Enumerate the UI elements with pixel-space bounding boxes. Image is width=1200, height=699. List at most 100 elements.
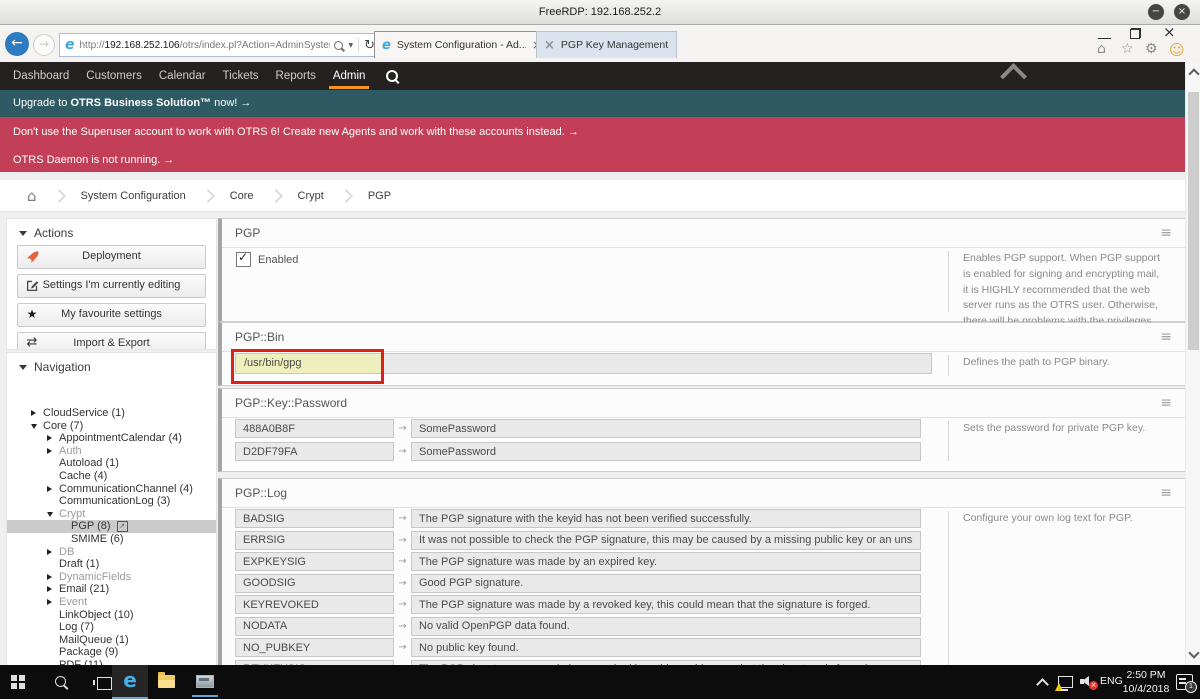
rdp-minimize-button[interactable]: − (1148, 4, 1164, 20)
tree-item-pgp[interactable]: PGP (8)↗ (7, 520, 216, 533)
scrollbar-thumb[interactable] (1188, 92, 1199, 350)
log-key-input[interactable] (235, 638, 394, 657)
dropdown-icon[interactable]: ▼ (348, 42, 353, 49)
favorites-star-icon[interactable]: ☆ (1121, 41, 1134, 57)
server-manager-button[interactable] (196, 675, 214, 688)
tree-item-appointmentcalendar[interactable]: AppointmentCalendar (4) (7, 432, 216, 445)
navigation-header[interactable]: Navigation (7, 353, 216, 379)
tree-item-communicationchannel[interactable]: CommunicationChannel (4) (7, 483, 216, 496)
home-icon[interactable]: ⌂ (1097, 41, 1106, 57)
nav-tickets[interactable]: Tickets (223, 70, 259, 82)
tree-item-draft[interactable]: Draft (1) (7, 558, 216, 571)
breadcrumb-crypt[interactable]: Crypt (298, 190, 324, 202)
taskbar-search-icon[interactable] (55, 676, 66, 687)
scrollbar[interactable] (1185, 62, 1200, 665)
log-key-input[interactable] (235, 574, 394, 593)
menu-icon[interactable]: ≡ (1160, 219, 1172, 247)
pgp-bin-input[interactable]: /usr/bin/gpg (235, 353, 932, 374)
search-icon[interactable] (334, 41, 343, 50)
enabled-checkbox[interactable]: ✓ (236, 252, 251, 267)
daemon-warning[interactable]: OTRS Daemon is not running. → (13, 154, 174, 166)
network-icon[interactable] (1058, 676, 1073, 688)
log-key-input[interactable] (235, 617, 394, 636)
scroll-down-icon[interactable] (1188, 647, 1199, 658)
deployment-button[interactable]: Deployment (17, 245, 206, 269)
log-text-input[interactable] (411, 531, 921, 550)
tree-item-communicationlog[interactable]: CommunicationLog (3) (7, 495, 216, 508)
tree-item-mailqueue[interactable]: MailQueue (1) (7, 634, 216, 647)
log-text-input[interactable] (411, 595, 921, 614)
address-bar[interactable]: e http://192.168.252.106/otrs/index.pl?A… (59, 33, 381, 57)
key-id-input[interactable] (235, 442, 394, 461)
volume-muted-icon[interactable]: × (1080, 676, 1094, 687)
tree-item-linkobject[interactable]: LinkObject (10) (7, 609, 216, 622)
tab-system-configuration[interactable]: e System Configuration - Ad... × (374, 31, 550, 58)
breadcrumb-pgp[interactable]: PGP (368, 190, 391, 202)
tray-chevron-up-icon[interactable] (1036, 678, 1049, 691)
tree-item-db[interactable]: DB (7, 546, 216, 559)
browser-forward-button[interactable]: → (33, 34, 55, 56)
tree-item-auth[interactable]: Auth (7, 445, 216, 458)
menu-icon[interactable]: ≡ (1160, 323, 1172, 351)
browser-back-button[interactable]: ← (5, 32, 29, 56)
taskbar-ie-button[interactable]: e (112, 665, 148, 699)
tree-item-crypt[interactable]: Crypt (7, 508, 216, 521)
nav-admin[interactable]: Admin (333, 70, 366, 82)
home-icon[interactable]: ⌂ (27, 187, 37, 205)
tree-item-event[interactable]: Event (7, 596, 216, 609)
password-input[interactable] (411, 419, 921, 438)
log-key-input[interactable] (235, 531, 394, 550)
favourite-settings-button[interactable]: ★ My favourite settings (17, 303, 206, 327)
breadcrumb-system-configuration[interactable]: System Configuration (81, 190, 186, 202)
tree-item-autoload[interactable]: Autoload (1) (7, 457, 216, 470)
nav-calendar[interactable]: Calendar (159, 70, 206, 82)
key-id-input[interactable] (235, 419, 394, 438)
tab-pgp-key-management[interactable]: × PGP Key Management - Admi... (536, 31, 677, 58)
nav-reports[interactable]: Reports (276, 70, 316, 82)
breadcrumb-core[interactable]: Core (230, 190, 254, 202)
tree-item-email[interactable]: Email (21) (7, 583, 216, 596)
tree-item-log[interactable]: Log (7) (7, 621, 216, 634)
file-explorer-button[interactable] (158, 675, 175, 688)
log-text-input[interactable] (411, 509, 921, 528)
password-input[interactable] (411, 442, 921, 461)
tree-item-dynamicfields[interactable]: DynamicFields (7, 571, 216, 584)
action-center-button[interactable]: 1 (1176, 674, 1193, 690)
arrow-icon: → (394, 446, 411, 457)
tree-item-smime[interactable]: SMIME (6) (7, 533, 216, 546)
tree-label: CloudService (1) (43, 407, 125, 419)
log-text-input[interactable] (411, 574, 921, 593)
window-minimize-button[interactable] (1098, 31, 1111, 39)
external-link-icon[interactable]: ↗ (117, 521, 128, 532)
currently-editing-button[interactable]: Settings I'm currently editing (17, 274, 206, 298)
menu-icon[interactable]: ≡ (1160, 389, 1172, 417)
log-text-input[interactable] (411, 552, 921, 571)
search-icon[interactable] (386, 70, 398, 82)
log-key-input[interactable] (235, 509, 394, 528)
language-indicator[interactable]: ENG (1100, 675, 1123, 687)
actions-header[interactable]: Actions (7, 219, 216, 245)
rdp-close-button[interactable]: × (1174, 4, 1190, 20)
upgrade-banner[interactable]: Upgrade to OTRS Business Solution™ now! … (0, 90, 1198, 117)
start-button[interactable] (11, 675, 26, 690)
log-text-input[interactable] (411, 617, 921, 636)
log-text-input[interactable] (411, 638, 921, 657)
tree-item-core[interactable]: Core (7) (7, 420, 216, 433)
task-view-icon[interactable] (97, 677, 112, 690)
tree-item-package[interactable]: Package (9) (7, 646, 216, 659)
nav-customers[interactable]: Customers (86, 70, 142, 82)
import-export-button[interactable]: ⇄ Import & Export (17, 332, 206, 350)
log-key-input[interactable] (235, 552, 394, 571)
superuser-warning[interactable]: Don't use the Superuser account to work … (13, 126, 579, 138)
smiley-icon[interactable]: ☺ (1169, 41, 1185, 59)
menu-icon[interactable]: ≡ (1160, 479, 1172, 507)
log-key-input[interactable] (235, 595, 394, 614)
window-close-button[interactable]: × (1163, 23, 1176, 41)
clock[interactable]: 2:50 PM10/4/2018 (1122, 668, 1170, 696)
tree-item-cache[interactable]: Cache (4) (7, 470, 216, 483)
settings-gear-icon[interactable]: ⚙ (1145, 41, 1158, 57)
tree-item-cloudservice[interactable]: CloudService (1) (7, 407, 216, 420)
scroll-up-icon[interactable] (1188, 68, 1199, 79)
window-restore-button[interactable] (1130, 28, 1141, 39)
nav-dashboard[interactable]: Dashboard (13, 70, 69, 82)
